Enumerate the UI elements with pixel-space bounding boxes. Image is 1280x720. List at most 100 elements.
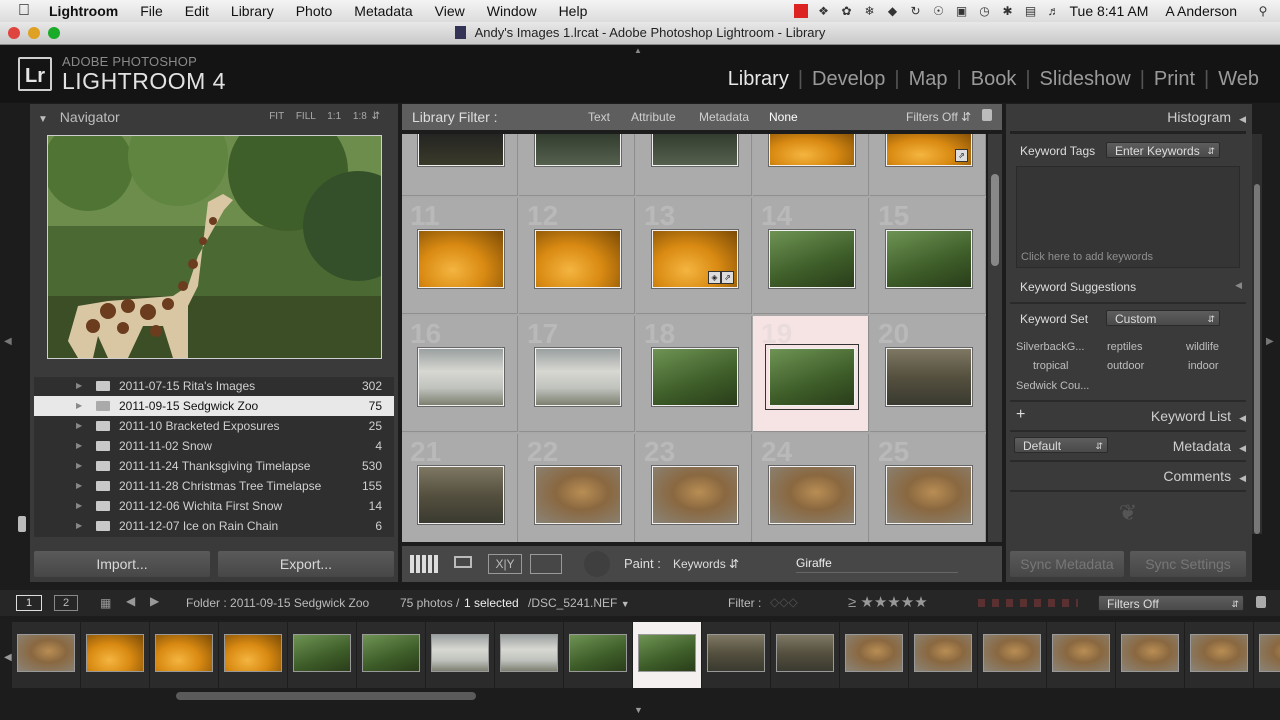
grid-cell[interactable]: 20 (870, 316, 986, 432)
navigator-header[interactable]: ▼ Navigator FIT FILL 1:1 1:8 ⇵ (38, 104, 394, 130)
right-panel-toggle-icon[interactable]: ▶ (1266, 336, 1274, 347)
zoom-fit[interactable]: FIT (269, 111, 284, 122)
folder-row[interactable]: ▶ 2011-10 Bracketed Exposures 25 (34, 416, 394, 436)
navigator-scroll-handle[interactable] (18, 516, 26, 532)
photo-thumbnail[interactable] (418, 230, 504, 288)
collapse-triangle-icon[interactable]: ▼ (38, 114, 48, 125)
menu-help[interactable]: Help (548, 3, 599, 19)
photo-thumbnail[interactable] (535, 230, 621, 288)
grid-cell-selected[interactable]: 19 (753, 316, 869, 432)
folder-row-selected[interactable]: ▶ 2011-09-15 Sedgwick Zoo 75 (34, 396, 394, 416)
photo-thumbnail[interactable] (886, 466, 972, 524)
sync-icon[interactable]: ↻ (909, 4, 923, 18)
keyword-tags-input[interactable]: Click here to add keywords (1016, 166, 1240, 268)
accessibility-icon[interactable]: ☉ (932, 4, 946, 18)
grid-cell[interactable]: 25 (870, 434, 986, 542)
filmstrip-scrollbar[interactable] (176, 692, 476, 700)
menu-edit[interactable]: Edit (174, 3, 220, 19)
filter-tab-metadata[interactable]: Metadata (699, 110, 749, 124)
grid-cell[interactable] (636, 134, 752, 196)
photo-thumbnail[interactable] (652, 348, 738, 406)
display-icon[interactable]: ▣ (955, 4, 969, 18)
grid-cell[interactable]: 11 (402, 198, 518, 314)
folder-row[interactable]: ▶ 2011-07-15 Rita's Images 302 (34, 376, 394, 396)
keyword-suggestion[interactable]: reptiles (1107, 341, 1142, 353)
zoom-fill[interactable]: FILL (296, 111, 316, 122)
filmstrip-thumbnail[interactable] (1190, 634, 1248, 672)
color-filter-swatches[interactable] (978, 599, 1078, 607)
module-web[interactable]: Web (1209, 68, 1268, 91)
keyword-list-header[interactable]: Keyword List ◀ (1010, 408, 1246, 424)
forward-arrow-icon[interactable]: ▶ (150, 594, 159, 608)
grid-cell[interactable] (753, 134, 869, 196)
filmstrip-thumbnail[interactable] (845, 634, 903, 672)
grid-cell[interactable]: 21 (402, 434, 518, 542)
filmstrip-thumbnail[interactable] (17, 634, 75, 672)
histogram-header[interactable]: Histogram ◀ (1010, 104, 1246, 130)
module-slideshow[interactable]: Slideshow (1031, 68, 1140, 91)
right-panel-scrollbar[interactable] (1252, 134, 1262, 534)
volume-icon[interactable]: ♬ (1047, 4, 1061, 18)
grid-cell[interactable]: 12 (519, 198, 635, 314)
compare-view-icon[interactable]: X|Y (488, 554, 522, 574)
photo-thumbnail[interactable] (535, 466, 621, 524)
loupe-view-icon[interactable] (454, 556, 472, 568)
menu-library[interactable]: Library (220, 3, 285, 19)
bottom-panel-toggle-icon[interactable]: ▼ (634, 705, 643, 715)
menu-metadata[interactable]: Metadata (343, 3, 423, 19)
grid-view-icon[interactable] (410, 555, 438, 573)
photo-thumbnail[interactable] (769, 134, 855, 166)
filmstrip-thumbnail[interactable] (776, 634, 834, 672)
lock-icon[interactable] (982, 109, 992, 121)
keyword-suggestion[interactable]: wildlife (1186, 341, 1219, 353)
filmstrip-thumbnail[interactable] (362, 634, 420, 672)
grid-cell[interactable]: 15 (870, 198, 986, 314)
wifi-icon[interactable]: ▤ (1024, 4, 1038, 18)
grid-cell[interactable]: 17 (519, 316, 635, 432)
keyword-suggestion[interactable]: Sedwick Cou... (1016, 380, 1089, 392)
keyword-suggestion[interactable]: tropical (1033, 360, 1068, 372)
photo-thumbnail[interactable] (652, 466, 738, 524)
menu-photo[interactable]: Photo (285, 3, 344, 19)
filmstrip-thumbnail[interactable] (1121, 634, 1179, 672)
photo-thumbnail[interactable] (886, 230, 972, 288)
filter-preset-dropdown[interactable]: Filters Off ⇵ (906, 110, 971, 124)
photo-thumbnail[interactable] (418, 348, 504, 406)
filmstrip-thumbnail[interactable] (1052, 634, 1110, 672)
grid-cell[interactable]: 14 (753, 198, 869, 314)
photo-thumbnail[interactable] (535, 348, 621, 406)
flag-filter-icons[interactable]: ◇◇◇ (770, 595, 798, 609)
photo-thumbnail[interactable] (886, 348, 972, 406)
minimize-window-button[interactable] (28, 27, 40, 39)
grid-cell[interactable]: 18 (636, 316, 752, 432)
filmstrip-thumbnail[interactable] (500, 634, 558, 672)
photo-thumbnail[interactable] (769, 230, 855, 288)
module-book[interactable]: Book (962, 68, 1026, 91)
filmstrip-thumbnail[interactable] (293, 634, 351, 672)
photo-thumbnail[interactable] (769, 466, 855, 524)
grid-cell[interactable]: 23 (636, 434, 752, 542)
filter-tab-none[interactable]: None (769, 110, 798, 124)
filmstrip-thumbnail[interactable] (983, 634, 1041, 672)
zoom-1-1[interactable]: 1:1 (327, 111, 341, 122)
survey-view-icon[interactable] (530, 554, 562, 574)
photo-thumbnail[interactable]: ⇗ (886, 134, 972, 166)
module-print[interactable]: Print (1145, 68, 1204, 91)
photo-thumbnail-selected[interactable] (769, 348, 855, 406)
grid-view-small-icon[interactable]: ▦ (100, 596, 111, 610)
keyword-set-dropdown[interactable]: Custom ⇵ (1106, 310, 1220, 326)
paint-mode-dropdown[interactable]: Keywords ⇵ (673, 557, 739, 571)
folder-row[interactable]: ▶ 2011-11-28 Christmas Tree Timelapse 155 (34, 476, 394, 496)
rating-filter-stars[interactable]: ≥ ★★★★★ (848, 593, 928, 611)
spotlight-search-icon[interactable]: ⚲ (1256, 4, 1270, 18)
user-name[interactable]: A Anderson (1165, 3, 1237, 19)
filmstrip-thumbnail[interactable] (86, 634, 144, 672)
filmstrip-filter-preset-dropdown[interactable]: Filters Off ⇵ (1098, 595, 1244, 611)
metadata-preset-dropdown[interactable]: Default ⇵ (1014, 437, 1108, 453)
filter-tab-attribute[interactable]: Attribute (631, 110, 676, 124)
zoom-chevron-icon[interactable]: ⇵ (372, 111, 380, 122)
folder-path[interactable]: Folder : 2011-09-15 Sedgwick Zoo (186, 596, 369, 610)
keyword-suggestions-header[interactable]: Keyword Suggestions ◀ (1020, 280, 1242, 294)
left-panel-toggle-icon[interactable]: ◀ (4, 336, 12, 347)
filmstrip-thumbnail[interactable] (224, 634, 282, 672)
